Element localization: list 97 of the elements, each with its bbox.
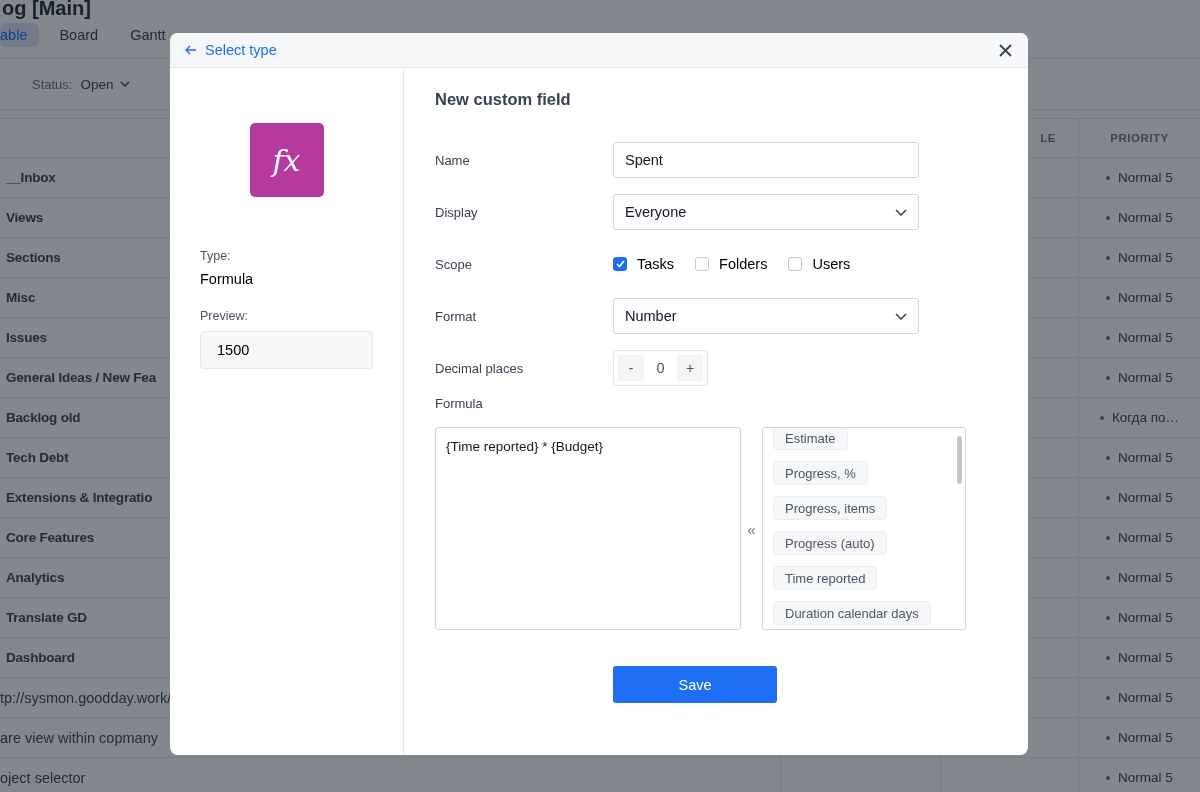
- group-title[interactable]: Issues: [0, 330, 47, 345]
- priority-value: Когда по…: [1111, 410, 1180, 425]
- task-title[interactable]: tp://sysmon.goodday.work/: [0, 689, 172, 706]
- task-title[interactable]: oject selector: [0, 769, 86, 786]
- close-icon: [999, 43, 1012, 57]
- priority-value: Normal 5: [1118, 730, 1173, 745]
- field-chip[interactable]: Progress, items: [773, 496, 888, 520]
- view-tab[interactable]: able: [0, 23, 40, 47]
- task-title[interactable]: are view within copmany: [0, 729, 158, 746]
- save-button[interactable]: Save: [613, 666, 777, 703]
- priority-dot: [1099, 415, 1104, 420]
- type-label: Type:: [200, 249, 232, 263]
- chevron-down-icon: [895, 312, 907, 320]
- priority-value: Normal 5: [1118, 770, 1173, 785]
- formula-input[interactable]: {Time reported} * {Budget}: [435, 427, 741, 630]
- priority-dot: [1106, 495, 1111, 500]
- back-arrow-icon: [185, 45, 197, 55]
- priority-dot: [1106, 775, 1111, 780]
- stepper-value: 0: [655, 360, 666, 376]
- dialog-title: New custom field: [435, 90, 572, 109]
- select-field[interactable]: Number: [613, 298, 919, 334]
- priority-value: Normal 5: [1118, 250, 1173, 265]
- filter-label: Status:: [32, 76, 73, 92]
- view-tab[interactable]: Gantt: [118, 23, 178, 47]
- field-chip[interactable]: Progress (auto): [773, 531, 887, 555]
- priority-value: Normal 5: [1118, 210, 1173, 225]
- status-filter[interactable]: Open: [80, 76, 130, 92]
- priority-value: Normal 5: [1118, 530, 1173, 545]
- group-title[interactable]: Sections: [0, 250, 61, 265]
- priority-dot: [1106, 535, 1111, 540]
- group-title[interactable]: Core Features: [0, 530, 95, 545]
- preview-field: 1500: [200, 331, 373, 369]
- priority-dot: [1106, 735, 1111, 740]
- chevron-down-icon: [119, 81, 130, 87]
- type-value: Formula: [200, 271, 255, 287]
- group-title[interactable]: Analytics: [0, 570, 65, 585]
- chevron-down-icon: [895, 208, 907, 216]
- group-title[interactable]: Tech Debt: [0, 450, 69, 465]
- priority-dot: [1106, 615, 1111, 620]
- field-chip[interactable]: Duration calendar days: [773, 601, 931, 625]
- priority-dot: [1106, 375, 1111, 380]
- group-title[interactable]: __Inbox: [0, 170, 56, 185]
- page-title: og [Main]: [1, 0, 92, 18]
- group-title[interactable]: Misc: [0, 290, 36, 305]
- priority-value: Normal 5: [1118, 690, 1173, 705]
- priority-dot: [1106, 295, 1111, 300]
- priority-dot: [1106, 455, 1111, 460]
- priority-dot: [1106, 335, 1111, 340]
- group-title[interactable]: Extensions & Integratio: [0, 490, 153, 505]
- priority-dot: [1106, 255, 1111, 260]
- field-label: Scope: [435, 256, 473, 272]
- checkbox-label[interactable]: Tasks: [637, 256, 675, 272]
- group-title[interactable]: Dashboard: [0, 650, 75, 665]
- field-label: Formula: [435, 396, 484, 411]
- priority-value: Normal 5: [1118, 170, 1173, 185]
- group-title[interactable]: Translate GD: [0, 610, 87, 625]
- column-header: LE: [1040, 132, 1056, 144]
- priority-value: Normal 5: [1118, 370, 1173, 385]
- group-title[interactable]: Backlog old: [0, 410, 81, 425]
- view-tab[interactable]: Board: [47, 23, 111, 47]
- formula-type-icon: fx: [249, 123, 324, 197]
- insert-button[interactable]: «: [741, 521, 762, 538]
- checkbox[interactable]: [613, 257, 627, 271]
- priority-value: Normal 5: [1118, 490, 1173, 505]
- checkbox-label[interactable]: Folders: [719, 256, 768, 272]
- priority-dot: [1106, 575, 1111, 580]
- field-label: Decimal places: [435, 360, 525, 376]
- increment-button[interactable]: +: [677, 355, 703, 381]
- checkbox-label[interactable]: Users: [812, 256, 851, 272]
- field-label: Name: [435, 152, 471, 168]
- checkbox[interactable]: [788, 257, 803, 271]
- priority-value: Normal 5: [1118, 570, 1173, 585]
- field-label: Display: [435, 204, 479, 220]
- select-field[interactable]: Everyone: [613, 194, 919, 230]
- field-chip[interactable]: Estimate: [773, 428, 848, 450]
- preview-label: Preview:: [200, 309, 249, 323]
- priority-dot: [1106, 215, 1111, 220]
- field-label: Format: [435, 308, 478, 324]
- field-chip[interactable]: Time reported: [773, 566, 878, 590]
- priority-dot: [1106, 175, 1111, 180]
- priority-value: Normal 5: [1118, 610, 1173, 625]
- priority-value: Normal 5: [1118, 290, 1173, 305]
- field-chip[interactable]: Progress, %: [773, 461, 868, 485]
- column-header: PRIORITY: [1110, 132, 1169, 144]
- name-input[interactable]: Spent: [613, 142, 919, 178]
- priority-dot: [1106, 695, 1111, 700]
- checkbox[interactable]: [695, 257, 710, 271]
- priority-value: Normal 5: [1118, 450, 1173, 465]
- group-title[interactable]: General Ideas / New Fea: [0, 370, 156, 385]
- back-link[interactable]: Select type: [185, 42, 277, 58]
- decrement-button[interactable]: -: [618, 355, 644, 381]
- group-title[interactable]: Views: [0, 210, 44, 225]
- priority-value: Normal 5: [1118, 330, 1173, 345]
- priority-dot: [1106, 655, 1111, 660]
- close-button[interactable]: [997, 41, 1014, 59]
- priority-value: Normal 5: [1118, 650, 1173, 665]
- scrollbar-thumb[interactable]: [957, 436, 962, 484]
